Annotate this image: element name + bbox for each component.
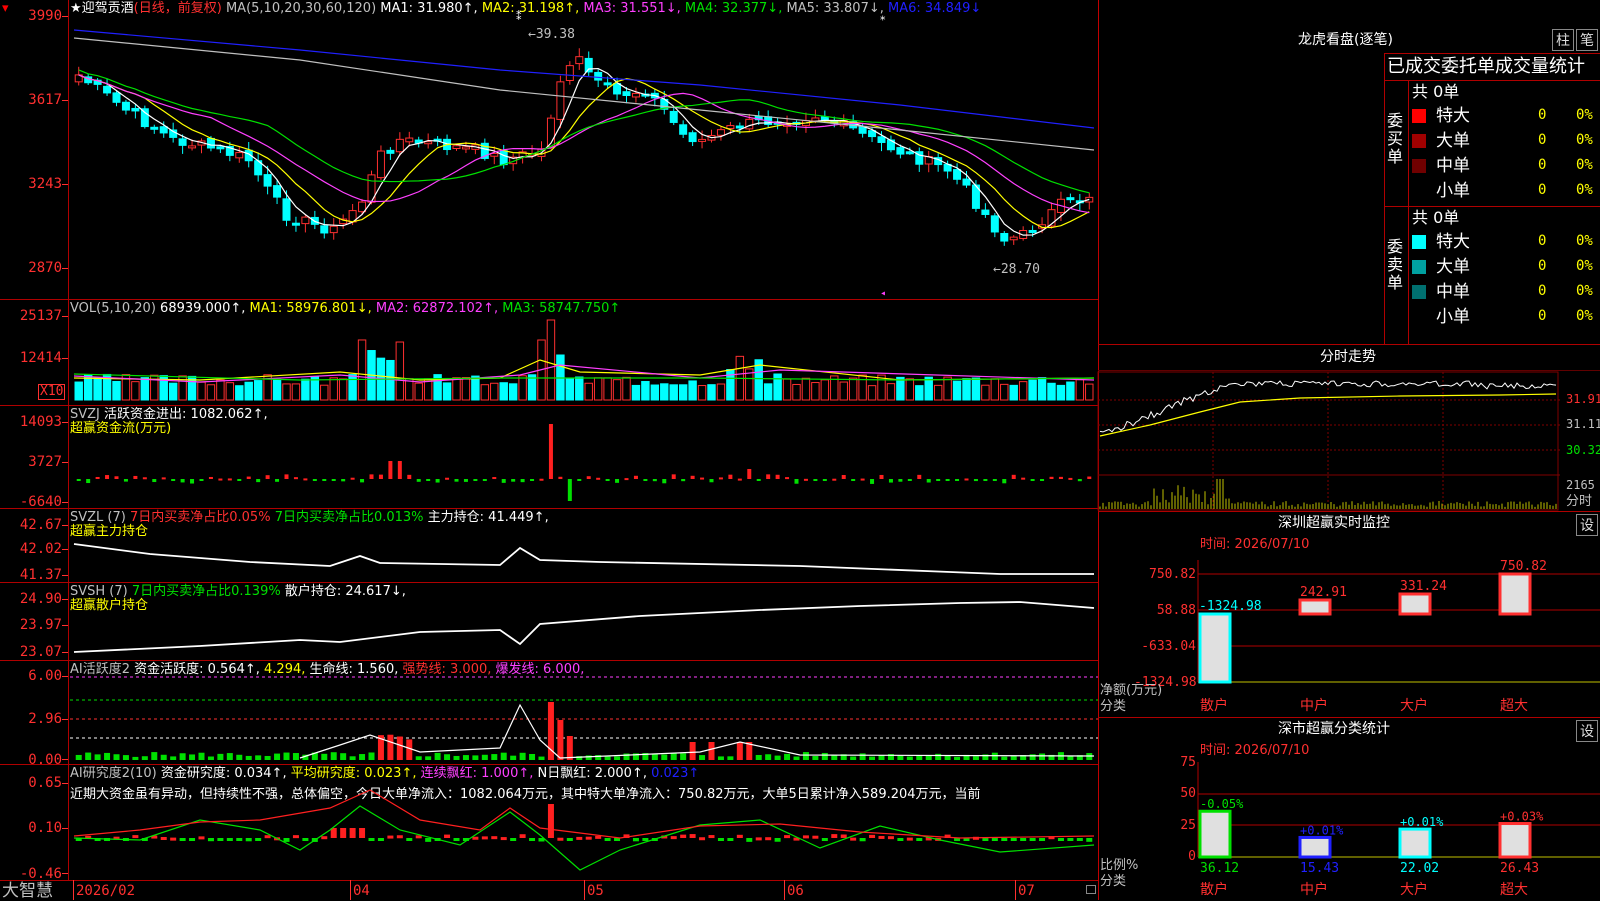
ratio-change: +0.01% [1300, 823, 1344, 837]
ratio-value: 15.43 [1300, 861, 1339, 876]
ratio-value: 22.02 [1400, 861, 1439, 876]
ratio-bar [1398, 827, 1432, 859]
ratio-change: +0.03% [1500, 810, 1544, 824]
ratio-bar [1498, 822, 1532, 859]
ratio-change: +0.01% [1400, 815, 1444, 829]
category-label: 超大 [1500, 882, 1528, 898]
ratio-change: -0.05% [1200, 797, 1244, 811]
ratio-bar [1198, 809, 1232, 859]
category-label: 大户 [1400, 881, 1428, 898]
ratio-value: 36.12 [1200, 861, 1239, 876]
category-label: 中户 [1300, 881, 1328, 898]
ratio-bar [1298, 835, 1332, 859]
class-chart[interactable]: -0.05% 36.12 散户 +0.01% 15.43 中户 +0.01% 22.02 大户 +… [0, 0, 1600, 900]
ratio-value: 26.43 [1500, 861, 1539, 876]
category-label: 散户 [1200, 881, 1228, 898]
